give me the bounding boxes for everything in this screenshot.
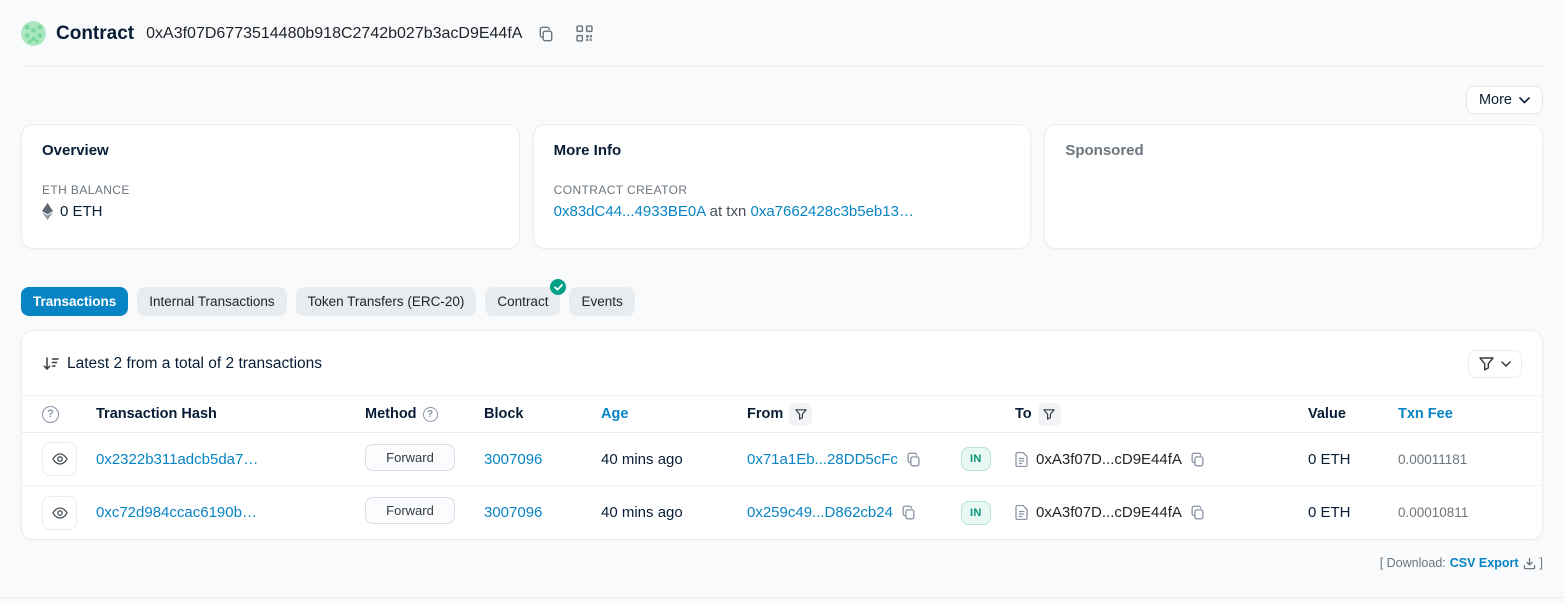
contract-identicon-avatar <box>21 21 46 46</box>
to-address: 0xA3f07D...cD9E44fA <box>1036 451 1182 468</box>
sponsored-title: Sponsored <box>1065 142 1522 159</box>
value-text: 0 ETH <box>1308 451 1398 468</box>
col-block: Block <box>484 406 601 422</box>
copy-icon[interactable] <box>901 505 916 520</box>
page-header: Contract 0xA3f07D6773514480b918C2742b027… <box>21 0 1543 67</box>
chevron-down-icon <box>1519 97 1530 104</box>
chevron-down-icon <box>1501 361 1511 367</box>
page-title: Contract <box>56 23 134 45</box>
creation-txn-link[interactable]: 0xa7662428c3b5eb13… <box>750 203 913 220</box>
download-icon <box>1523 557 1536 570</box>
transactions-summary: Latest 2 from a total of 2 transactions <box>67 355 322 373</box>
copy-icon[interactable] <box>1190 452 1205 467</box>
verified-check-icon <box>550 279 566 295</box>
help-icon[interactable]: ? <box>42 406 59 423</box>
txn-fee-text: 0.00010811 <box>1398 505 1542 520</box>
tab-internal-transactions[interactable]: Internal Transactions <box>137 287 286 316</box>
tab-token-transfers[interactable]: Token Transfers (ERC-20) <box>296 287 477 316</box>
copy-icon[interactable] <box>1190 505 1205 520</box>
download-row: [ Download: CSV Export ] <box>21 556 1543 570</box>
method-badge: Forward <box>365 444 455 471</box>
filter-button[interactable] <box>1468 350 1522 378</box>
more-info-title: More Info <box>554 142 1011 159</box>
age-text: 40 mins ago <box>601 504 747 521</box>
table-header-row: ? Transaction Hash Method ? Block Age Fr… <box>22 395 1542 433</box>
block-link[interactable]: 3007096 <box>484 504 542 521</box>
tab-contract[interactable]: Contract <box>485 287 560 316</box>
col-txn-fee-toggle[interactable]: Txn Fee <box>1398 406 1453 422</box>
creator-connector-text: at txn <box>710 203 747 220</box>
eye-icon <box>52 453 68 465</box>
preview-transaction-button[interactable] <box>42 496 77 530</box>
method-help-icon[interactable]: ? <box>423 407 438 422</box>
tab-events-label: Events <box>581 294 622 309</box>
age-text: 40 mins ago <box>601 451 747 468</box>
from-filter-icon[interactable] <box>789 403 812 426</box>
transactions-card: Latest 2 from a total of 2 transactions … <box>21 330 1543 540</box>
page-actions-row: More <box>21 86 1543 114</box>
ethereum-icon <box>42 203 53 220</box>
sponsored-card: Sponsored <box>1044 124 1543 249</box>
preview-transaction-button[interactable] <box>42 442 77 476</box>
qr-code-icon[interactable] <box>576 25 593 42</box>
table-row: 0xc72d984ccac6190b… Forward 3007096 40 m… <box>22 486 1542 539</box>
col-method: Method <box>365 406 417 422</box>
more-button-label: More <box>1479 92 1512 108</box>
eth-balance-value: 0 ETH <box>60 203 103 220</box>
txn-fee-text: 0.00011181 <box>1398 452 1542 467</box>
contract-address: 0xA3f07D6773514480b918C2742b027b3acD9E44… <box>146 25 522 43</box>
filter-funnel-icon <box>1479 357 1494 371</box>
direction-badge: IN <box>961 501 991 525</box>
creator-address-link[interactable]: 0x83dC44...4933BE0A <box>554 203 706 220</box>
overview-title: Overview <box>42 142 499 159</box>
tab-internal-transactions-label: Internal Transactions <box>149 294 274 309</box>
from-address-link[interactable]: 0x259c49...D862cb24 <box>747 504 893 521</box>
tab-bar: Transactions Internal Transactions Token… <box>21 287 1543 316</box>
from-address-link[interactable]: 0x71a1Eb...28DD5cFc <box>747 451 898 468</box>
method-badge: Forward <box>365 497 455 524</box>
eye-icon <box>52 507 68 519</box>
transaction-hash-link[interactable]: 0x2322b311adcb5da7… <box>96 451 258 468</box>
col-to: To <box>1015 406 1032 422</box>
tab-token-transfers-label: Token Transfers (ERC-20) <box>308 294 465 309</box>
csv-export-link[interactable]: CSV Export <box>1450 556 1519 570</box>
transactions-toolbar: Latest 2 from a total of 2 transactions <box>22 331 1542 395</box>
transaction-hash-link[interactable]: 0xc72d984ccac6190b… <box>96 504 257 521</box>
tab-transactions[interactable]: Transactions <box>21 287 128 316</box>
eth-balance-label: ETH BALANCE <box>42 183 499 197</box>
tab-events[interactable]: Events <box>569 287 634 316</box>
direction-badge: IN <box>961 447 991 471</box>
download-suffix: ] <box>1540 556 1543 570</box>
contract-document-icon <box>1015 452 1028 467</box>
tab-transactions-label: Transactions <box>33 294 116 309</box>
more-button[interactable]: More <box>1466 86 1543 114</box>
contract-document-icon <box>1015 505 1028 520</box>
sort-descending-icon <box>42 356 59 372</box>
col-age-toggle[interactable]: Age <box>601 406 628 422</box>
col-transaction-hash: Transaction Hash <box>96 406 365 422</box>
table-row: 0x2322b311adcb5da7… Forward 3007096 40 m… <box>22 433 1542 486</box>
copy-icon[interactable] <box>906 452 921 467</box>
col-from: From <box>747 406 783 422</box>
more-info-card: More Info CONTRACT CREATOR 0x83dC44...49… <box>533 124 1032 249</box>
to-filter-icon[interactable] <box>1038 403 1061 426</box>
download-prefix: [ Download: <box>1380 556 1446 570</box>
block-link[interactable]: 3007096 <box>484 451 542 468</box>
value-text: 0 ETH <box>1308 504 1398 521</box>
to-address: 0xA3f07D...cD9E44fA <box>1036 504 1182 521</box>
col-value: Value <box>1308 406 1398 422</box>
overview-card: Overview ETH BALANCE 0 ETH <box>21 124 520 249</box>
footer-divider <box>0 597 1564 598</box>
info-cards: Overview ETH BALANCE 0 ETH More Info CON… <box>21 124 1543 249</box>
copy-address-icon[interactable] <box>538 26 554 42</box>
tab-contract-label: Contract <box>497 294 548 309</box>
contract-creator-label: CONTRACT CREATOR <box>554 183 1011 197</box>
page: Contract 0xA3f07D6773514480b918C2742b027… <box>0 0 1564 570</box>
